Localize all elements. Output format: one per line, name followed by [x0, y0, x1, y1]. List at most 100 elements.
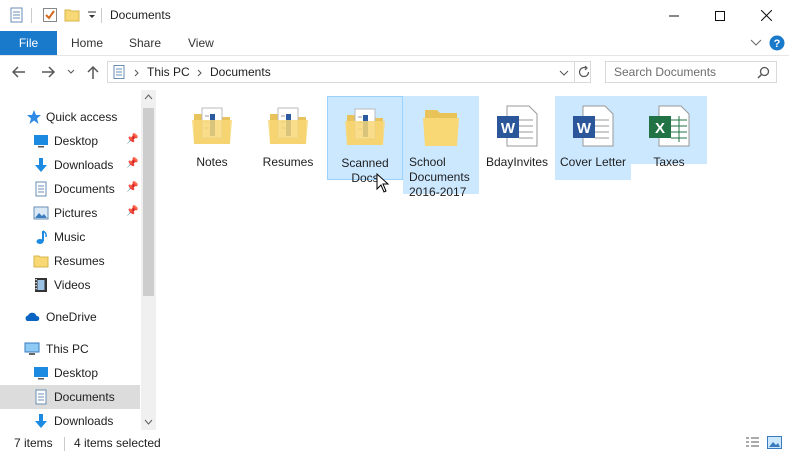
- nav-item-documents-pc[interactable]: Documents: [0, 385, 140, 409]
- nav-item-label: Videos: [54, 278, 91, 292]
- nav-item-desktop-pc[interactable]: Desktop: [0, 361, 140, 385]
- forward-icon[interactable]: [41, 66, 55, 78]
- recent-locations-icon[interactable]: [67, 68, 75, 76]
- tab-home[interactable]: Home: [71, 31, 103, 55]
- cloud-icon: [25, 312, 40, 321]
- new-folder-icon[interactable]: [64, 7, 80, 23]
- search-placeholder: Search Documents: [614, 65, 717, 79]
- nav-item-label: Downloads: [54, 414, 114, 428]
- back-icon[interactable]: [12, 66, 26, 78]
- details-view-icon[interactable]: [745, 436, 760, 449]
- help-icon[interactable]: ?: [769, 35, 785, 51]
- large-icons-view-icon[interactable]: [767, 436, 782, 449]
- pin-icon: 📌: [126, 134, 139, 145]
- close-button[interactable]: [743, 0, 789, 31]
- breadcrumb-this-pc[interactable]: This PC: [147, 65, 190, 79]
- file-tile-notes[interactable]: Notes: [174, 96, 250, 173]
- star-icon: [27, 110, 41, 124]
- minimize-button[interactable]: [651, 0, 697, 31]
- nav-scrollbar[interactable]: [141, 90, 156, 430]
- word-document-icon: W: [497, 105, 538, 147]
- excel-spreadsheet-icon: X: [649, 105, 690, 147]
- maximize-icon: [715, 10, 725, 21]
- file-name: BdayInvites: [485, 155, 549, 169]
- file-name: Cover Letter: [559, 155, 627, 169]
- minimize-icon: [669, 15, 679, 16]
- file-name: Notes: [196, 155, 228, 169]
- search-input[interactable]: Search Documents: [605, 61, 777, 83]
- svg-text:W: W: [577, 120, 592, 137]
- nav-item-label: Documents: [54, 182, 115, 196]
- pin-icon: 📌: [126, 206, 139, 217]
- search-icon[interactable]: [757, 66, 770, 79]
- window-title: Documents: [110, 8, 171, 22]
- refresh-icon[interactable]: [578, 65, 591, 79]
- download-icon: [35, 158, 47, 172]
- file-tile-scanned-docs[interactable]: Scanned Docs: [327, 96, 403, 185]
- svg-text:X: X: [655, 120, 665, 137]
- chevron-down-icon[interactable]: [559, 69, 569, 77]
- nav-item-this-pc[interactable]: This PC: [0, 337, 140, 361]
- file-tile-taxes[interactable]: X Taxes: [631, 96, 707, 169]
- title-bar: Documents: [0, 0, 789, 31]
- document-icon: [35, 181, 47, 197]
- breadcrumb-documents[interactable]: Documents: [210, 65, 271, 79]
- nav-item-music[interactable]: Music: [0, 225, 140, 249]
- file-name: School Documents 2016-2017: [409, 155, 470, 199]
- word-document-icon: W: [573, 105, 614, 147]
- file-tile-school-documents[interactable]: School Documents 2016-2017: [403, 96, 479, 199]
- nav-item-label: Resumes: [54, 254, 105, 268]
- nav-item-label: Pictures: [54, 206, 98, 220]
- scrollbar-thumb[interactable]: [143, 108, 154, 296]
- up-icon[interactable]: [87, 65, 99, 79]
- nav-item-downloads[interactable]: Downloads 📌: [0, 153, 140, 177]
- separator: [64, 437, 65, 451]
- pin-icon: 📌: [126, 182, 139, 193]
- nav-item-label: Downloads: [54, 158, 114, 172]
- file-tile-bdayinvites[interactable]: W BdayInvites: [479, 96, 555, 173]
- nav-item-downloads-pc[interactable]: Downloads: [0, 409, 140, 433]
- nav-item-label: Music: [54, 230, 86, 244]
- scroll-down-icon[interactable]: [144, 419, 153, 425]
- ribbon-tabs: File Home Share View ?: [0, 31, 789, 56]
- nav-item-videos[interactable]: Videos: [0, 273, 140, 297]
- chevron-right-icon: [134, 69, 139, 77]
- file-name: Taxes: [653, 155, 685, 169]
- folder-icon: [423, 110, 459, 146]
- music-icon: [36, 230, 47, 244]
- customize-toolbar-icon[interactable]: [84, 7, 100, 23]
- properties-icon[interactable]: [9, 7, 25, 23]
- nav-item-desktop[interactable]: Desktop 📌: [0, 129, 140, 153]
- navigation-pane: Quick access Desktop 📌 Downloads 📌 Docum…: [0, 90, 156, 430]
- file-name: Resumes: [262, 155, 314, 169]
- maximize-button[interactable]: [697, 0, 743, 31]
- address-row: This PC Documents Search Documents: [0, 56, 789, 90]
- expand-ribbon-icon[interactable]: [750, 38, 762, 48]
- nav-item-documents[interactable]: Documents 📌: [0, 177, 140, 201]
- separator: [101, 8, 102, 23]
- tab-view[interactable]: View: [188, 31, 214, 55]
- mouse-cursor-icon: [376, 173, 390, 193]
- folder-documents-icon: [345, 108, 385, 145]
- chevron-right-icon: [197, 69, 202, 77]
- nav-item-quick-access[interactable]: Quick access: [0, 105, 140, 129]
- download-icon: [35, 414, 47, 428]
- nav-item-onedrive[interactable]: OneDrive: [0, 305, 140, 329]
- nav-item-label: Desktop: [54, 366, 99, 380]
- nav-item-label: Documents: [54, 390, 115, 404]
- document-icon: [35, 389, 47, 405]
- file-tile-cover-letter[interactable]: W Cover Letter: [555, 96, 631, 180]
- scroll-up-icon[interactable]: [144, 94, 153, 100]
- document-icon: [113, 65, 125, 79]
- address-bar[interactable]: This PC Documents: [107, 61, 591, 83]
- nav-item-pictures[interactable]: Pictures 📌: [0, 201, 140, 225]
- nav-item-label: This PC: [46, 342, 89, 356]
- nav-item-resumes[interactable]: Resumes: [0, 249, 140, 273]
- computer-icon: [24, 342, 40, 355]
- file-tile-resumes[interactable]: Resumes: [250, 96, 326, 173]
- separator: [31, 8, 32, 23]
- tab-share[interactable]: Share: [129, 31, 161, 55]
- folder-icon: [33, 255, 49, 268]
- checklist-icon[interactable]: [42, 7, 58, 23]
- tab-file[interactable]: File: [0, 31, 57, 55]
